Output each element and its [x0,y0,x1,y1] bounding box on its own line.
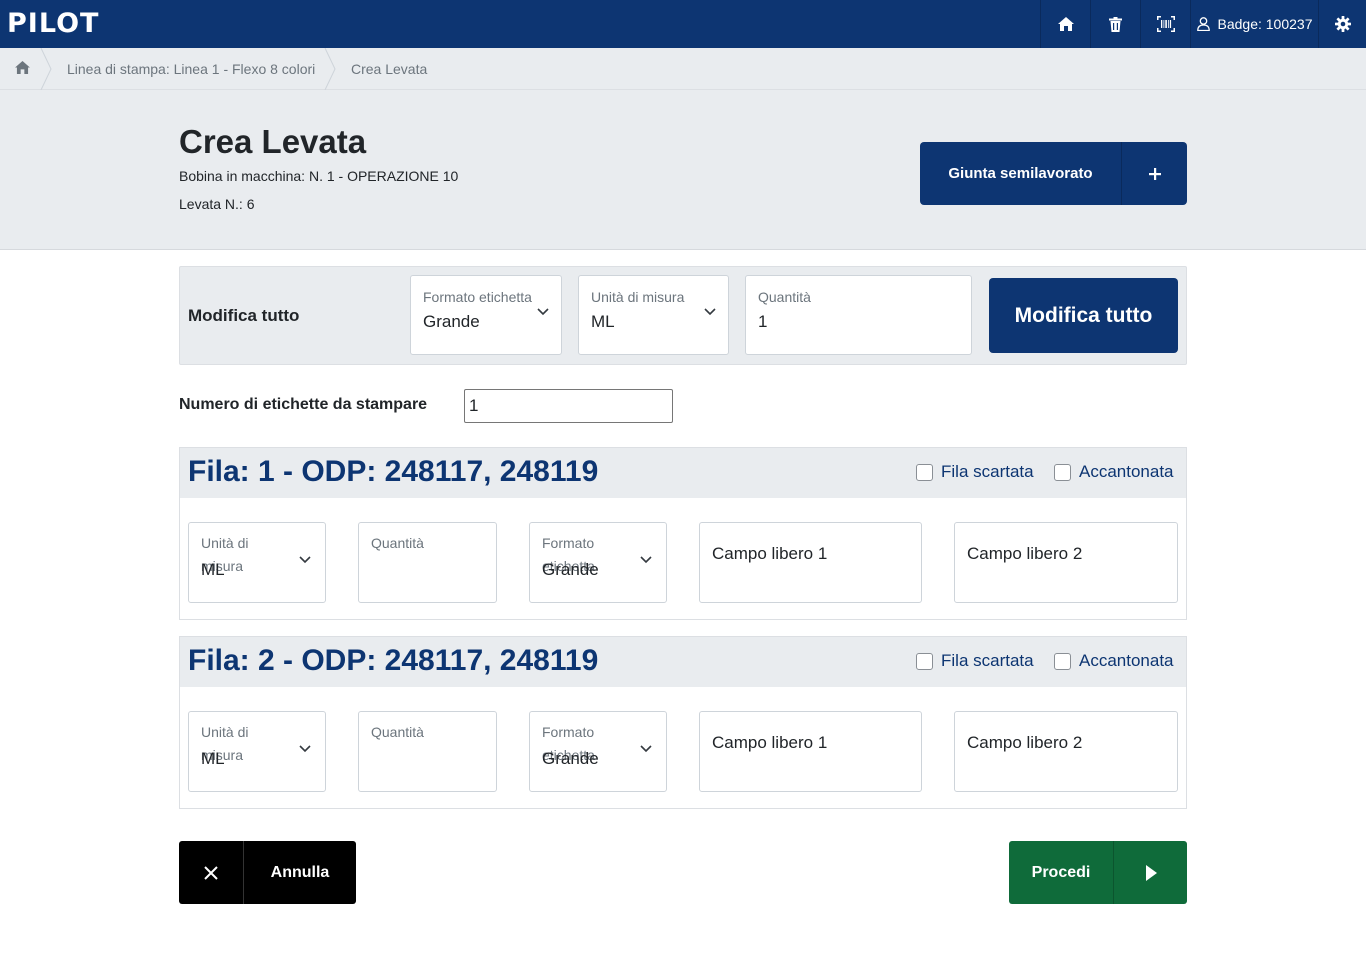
unita-value: ML [591,312,615,331]
fila-panel-1: Fila: 1 - ODP: 248117, 248119 Fila scart… [179,447,1187,620]
accantonata-label: Accantonata [1079,651,1174,670]
quantita-label: Quantità [371,535,424,551]
badge-label: Badge: 100237 [1217,16,1313,32]
checkbox-box[interactable] [916,652,933,670]
fila-panel-2: Fila: 2 - ODP: 248117, 248119 Fila scart… [179,636,1187,809]
quantita-value: 1 [758,312,768,331]
chevron-down-icon [640,745,652,753]
fila-scartata-checkbox[interactable]: Fila scartata [916,462,1034,482]
numero-etichette-input[interactable]: 1 [464,389,673,423]
giunta-label: Giunta semilavorato [948,165,1093,182]
chevron-down-icon [299,745,311,753]
top-nav: Badge: 100237 [1040,0,1366,48]
plus-icon [1148,167,1161,180]
fila-scartata-label: Fila scartata [941,651,1034,670]
campo-libero-1-input[interactable]: Campo libero 1 [699,711,922,792]
checkbox-box[interactable] [1054,463,1071,481]
formato-value: Grande [542,560,599,579]
gear-icon [1334,16,1351,32]
quantita-label: Quantità [371,724,424,740]
chevron-down-icon [299,556,311,564]
formato-etichetta-select[interactable]: Formato etichetta Grande [410,275,562,355]
badge-button[interactable]: Badge: 100237 [1190,0,1318,48]
fila-formato-select[interactable]: Formato etichetta Grande [529,522,667,603]
barcode-button[interactable] [1140,0,1190,48]
pilot-logo[interactable]: PILOT [7,10,99,38]
annulla-button[interactable]: Annulla [179,841,356,904]
breadcrumb-separator [40,48,52,90]
play-icon [1145,864,1157,881]
procedi-label: Procedi [1031,863,1091,881]
fila-formato-select[interactable]: Formato etichetta Grande [529,711,667,792]
breadcrumb-item-current: Crea Levata [351,61,428,77]
fila-scartata-label: Fila scartata [941,462,1034,481]
accantonata-checkbox[interactable]: Accantonata [1054,651,1174,671]
campo-libero-2-placeholder: Campo libero 2 [967,733,1083,752]
chevron-down-icon [704,308,716,316]
bobina-info: Bobina in macchina: N. 1 - OPERAZIONE 10 [179,168,459,184]
unita-value: ML [201,560,225,579]
page-header: Crea Levata Bobina in macchina: N. 1 - O… [0,90,1366,250]
fila-header: Fila: 1 - ODP: 248117, 248119 Fila scart… [180,448,1186,498]
unita-label: Unità di misura [591,289,685,305]
campo-libero-2-input[interactable]: Campo libero 2 [954,711,1178,792]
unita-misura-select[interactable]: Unità di misura ML [578,275,729,355]
formato-value: Grande [423,312,480,331]
settings-button[interactable] [1318,0,1366,48]
quantita-input[interactable]: Quantità 1 [745,275,972,355]
numero-etichette-label: Numero di etichette da stampare [179,396,428,413]
formato-label: Formato etichetta [423,289,532,305]
checkbox-box[interactable] [1054,652,1071,670]
fila-title: Fila: 2 - ODP: 248117, 248119 [188,644,599,677]
close-icon-wrap [179,841,244,904]
procedi-button[interactable]: Procedi [1009,841,1187,904]
checkbox-box[interactable] [916,463,933,481]
trash-button[interactable] [1090,0,1140,48]
top-bar: PILOT Badge: 100237 [0,0,1366,48]
annulla-label: Annulla [270,863,330,881]
accantonata-checkbox[interactable]: Accantonata [1054,462,1174,482]
fila-unita-select[interactable]: Unità di misura ML [188,522,326,603]
home-button[interactable] [1040,0,1090,48]
modifica-tutto-button[interactable]: Modifica tutto [989,278,1178,353]
modifica-tutto-title: Modifica tutto [188,306,300,325]
fila-quantita-input[interactable]: Quantità [358,522,497,603]
giunta-semilavorato-button[interactable]: Giunta semilavorato [920,142,1187,205]
unita-value: ML [201,749,225,768]
campo-libero-2-placeholder: Campo libero 2 [967,544,1083,563]
page-title: Crea Levata [179,123,367,160]
plus-icon-wrap [1121,142,1187,205]
campo-libero-1-placeholder: Campo libero 1 [712,544,828,563]
campo-libero-1-input[interactable]: Campo libero 1 [699,522,922,603]
formato-value: Grande [542,749,599,768]
quantita-label: Quantità [758,289,811,305]
levata-number: Levata N.: 6 [179,196,255,212]
breadcrumb-item-line[interactable]: Linea di stampa: Linea 1 - Flexo 8 color… [67,61,315,77]
play-icon-wrap [1113,841,1187,904]
home-icon [1057,17,1074,31]
fila-scartata-checkbox[interactable]: Fila scartata [916,651,1034,671]
modifica-tutto-panel: Modifica tutto Formato etichetta Grande … [179,266,1187,365]
user-icon [1196,17,1210,31]
breadcrumb-home[interactable] [15,61,30,79]
home-icon [15,61,30,74]
fila-quantita-input[interactable]: Quantità [358,711,497,792]
breadcrumb: Linea di stampa: Linea 1 - Flexo 8 color… [0,48,1366,90]
barcode-icon [1156,16,1175,32]
fila-title: Fila: 1 - ODP: 248117, 248119 [188,455,599,488]
fila-unita-select[interactable]: Unità di misura ML [188,711,326,792]
campo-libero-2-input[interactable]: Campo libero 2 [954,522,1178,603]
trash-icon [1109,16,1122,32]
campo-libero-1-placeholder: Campo libero 1 [712,733,828,752]
fila-header: Fila: 2 - ODP: 248117, 248119 Fila scart… [180,637,1186,687]
close-icon [204,865,218,880]
chevron-down-icon [537,308,549,316]
chevron-down-icon [640,556,652,564]
breadcrumb-separator [324,48,336,90]
accantonata-label: Accantonata [1079,462,1174,481]
